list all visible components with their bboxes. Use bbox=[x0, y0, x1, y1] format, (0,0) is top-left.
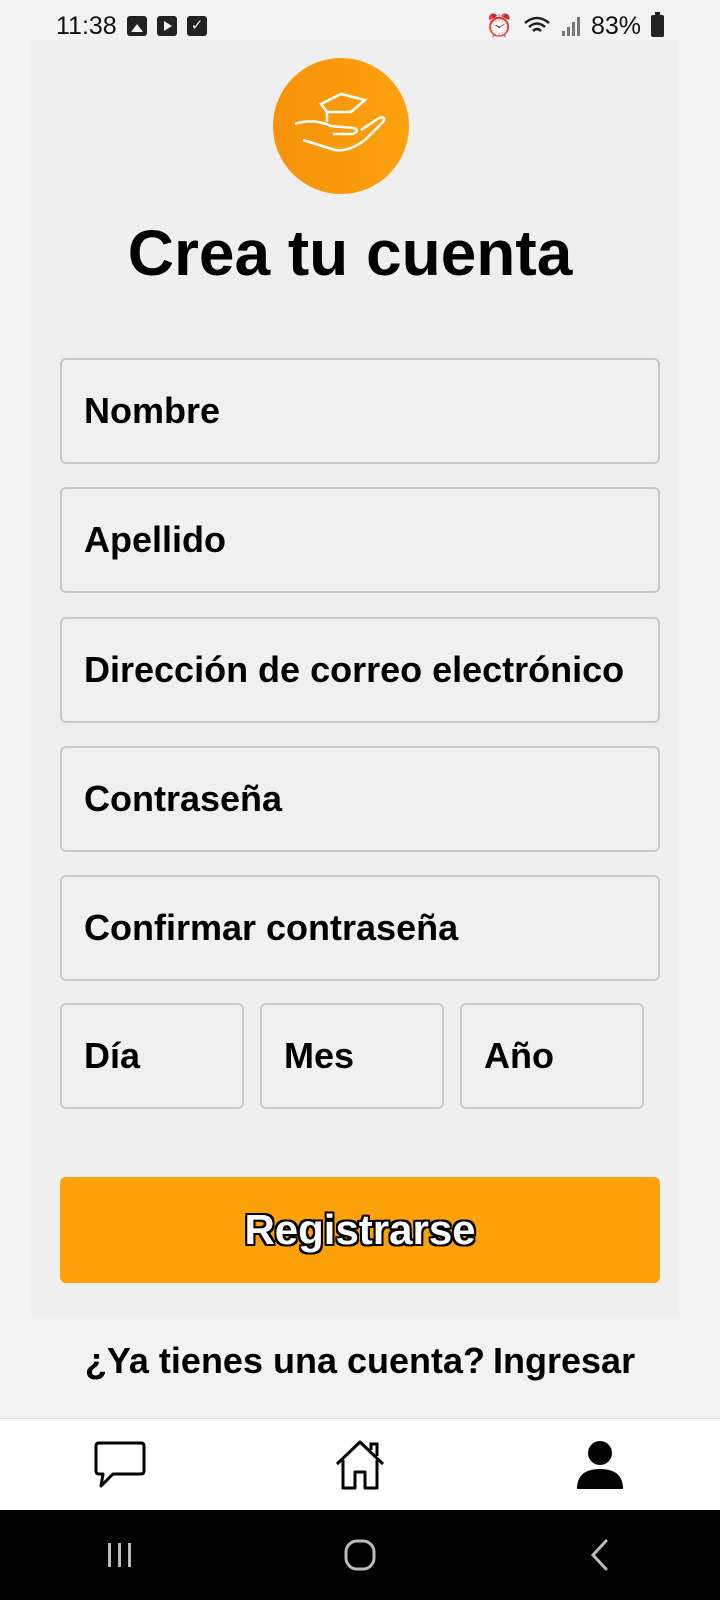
confirm-password-placeholder: Confirmar contraseña bbox=[84, 907, 459, 948]
last-name-field[interactable]: Apellido bbox=[60, 487, 660, 593]
status-right: ⏰ 83% bbox=[486, 12, 664, 41]
password-placeholder: Contraseña bbox=[84, 778, 283, 819]
email-placeholder: Dirección de correo electrónico bbox=[84, 649, 625, 690]
email-field[interactable]: Dirección de correo electrónico bbox=[60, 617, 660, 723]
chat-icon bbox=[94, 1441, 146, 1487]
system-nav bbox=[0, 1510, 720, 1600]
recents-icon bbox=[108, 1543, 131, 1567]
first-name-field[interactable]: Nombre bbox=[60, 358, 660, 464]
page-title: Crea tu cuenta bbox=[127, 217, 573, 289]
confirm-password-field[interactable]: Confirmar contraseña bbox=[60, 875, 660, 981]
password-field[interactable]: Contraseña bbox=[60, 746, 660, 852]
day-placeholder: Día bbox=[84, 1035, 141, 1076]
battery-percent: 83% bbox=[590, 11, 641, 40]
bottom-nav bbox=[0, 1418, 720, 1510]
nav-profile[interactable] bbox=[560, 1430, 640, 1500]
home-circle-icon bbox=[344, 1539, 376, 1571]
battery-icon bbox=[651, 12, 664, 37]
back-button[interactable] bbox=[570, 1525, 630, 1585]
status-time: 11:38 bbox=[56, 11, 117, 40]
month-placeholder: Mes bbox=[284, 1035, 355, 1076]
signal-icon bbox=[561, 17, 580, 36]
recents-button[interactable] bbox=[90, 1525, 150, 1585]
last-name-placeholder: Apellido bbox=[84, 519, 226, 560]
home-icon bbox=[335, 1440, 385, 1489]
checkbox-icon bbox=[186, 16, 207, 36]
create-account-screen: 11:38 ⏰ 83% bbox=[0, 0, 720, 1600]
alarm-icon: ⏰ bbox=[485, 13, 513, 38]
year-placeholder: Año bbox=[484, 1035, 554, 1076]
year-field[interactable]: Año bbox=[460, 1003, 644, 1109]
profile-icon bbox=[577, 1440, 623, 1489]
wifi-icon bbox=[524, 16, 550, 32]
month-field[interactable]: Mes bbox=[260, 1003, 444, 1109]
login-prompt: ¿Ya tienes una cuenta? Ingresar bbox=[0, 1340, 720, 1382]
nav-chat[interactable] bbox=[80, 1430, 160, 1500]
first-name-placeholder: Nombre bbox=[84, 390, 221, 431]
register-button[interactable]: Registrarse bbox=[60, 1177, 660, 1283]
login-link[interactable]: Ingresar bbox=[493, 1340, 635, 1382]
status-left: 11:38 bbox=[56, 12, 207, 41]
youtube-icon bbox=[156, 16, 177, 36]
image-icon bbox=[126, 16, 147, 36]
day-field[interactable]: Día bbox=[60, 1003, 244, 1109]
nav-home[interactable] bbox=[320, 1430, 400, 1500]
app-logo bbox=[273, 58, 409, 194]
home-system-button[interactable] bbox=[330, 1525, 390, 1585]
back-icon bbox=[590, 1539, 608, 1571]
hand-holding-box-icon bbox=[294, 92, 386, 152]
have-account-text: ¿Ya tienes una cuenta? bbox=[84, 1340, 486, 1381]
